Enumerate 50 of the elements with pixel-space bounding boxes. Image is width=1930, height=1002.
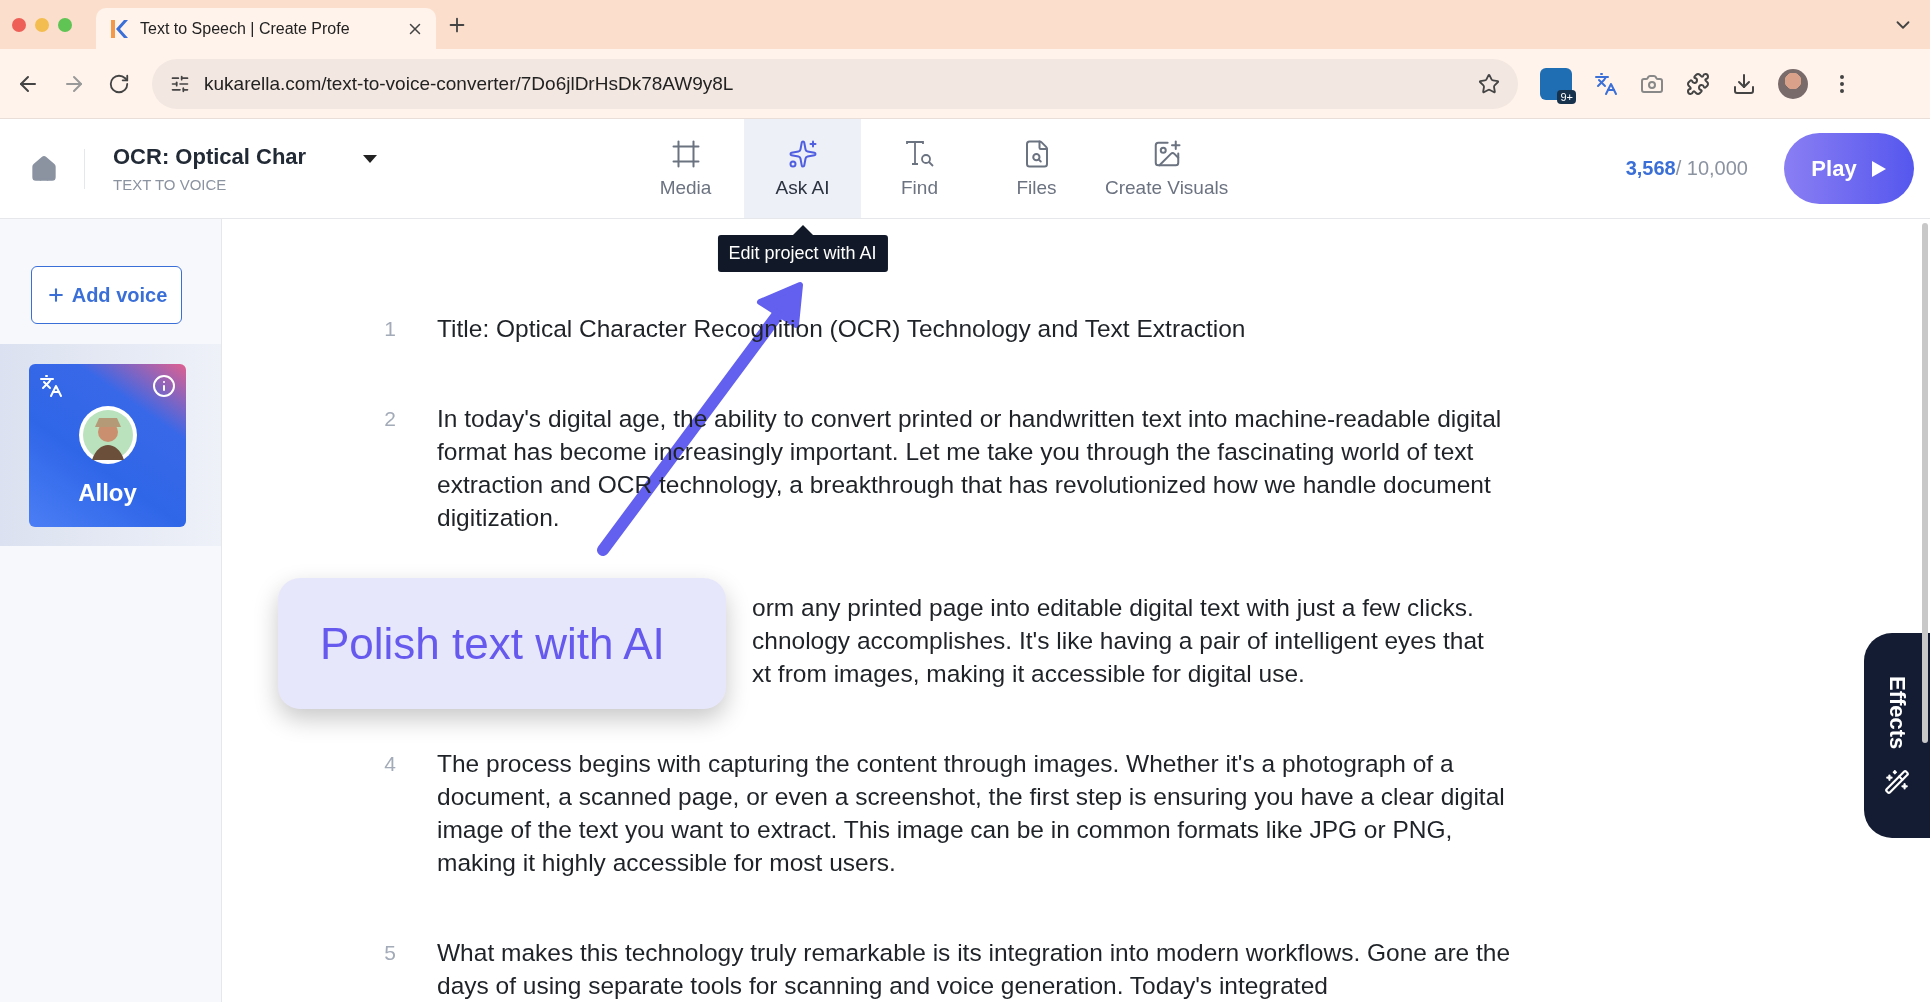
voice-card[interactable]: Alloy: [29, 363, 186, 527]
play-icon: [1870, 159, 1887, 178]
url-text: kukarella.com/text-to-voice-converter/7Do6jlDrHsDk78AW9y8L: [204, 72, 735, 95]
line-number: 4: [383, 751, 397, 777]
frame-icon: [670, 138, 701, 169]
close-window-button[interactable]: [12, 17, 26, 32]
toolbar-tab[interactable]: Find: [861, 119, 978, 218]
address-bar[interactable]: kukarella.com/text-to-voice-converter/7Do6jlDrHsDk78AW9y8L: [152, 58, 1518, 109]
site-logo-icon: [108, 17, 130, 40]
text-line: orm any printed page into editable digital text with just a few clicks.: [752, 593, 1474, 623]
info-icon[interactable]: [152, 373, 176, 398]
scrollbar-thumb[interactable]: [1922, 223, 1928, 743]
voice-name: Alloy: [78, 478, 137, 507]
puzzle-icon[interactable]: [1686, 71, 1710, 96]
line-number: 2: [383, 406, 397, 432]
toolbar-tab[interactable]: Create Visuals: [1095, 119, 1239, 218]
home-icon[interactable]: [30, 154, 58, 183]
reload-icon[interactable]: [108, 72, 130, 95]
text-line: chnology accomplishes. It's like having a pair of intelligent eyes that: [752, 626, 1484, 656]
line-number: 1: [383, 316, 397, 342]
sparkles-icon: [787, 138, 818, 169]
caret-icon[interactable]: [363, 155, 377, 163]
download-icon[interactable]: [1732, 71, 1756, 96]
translate-icon[interactable]: [1594, 71, 1618, 96]
site-settings-icon[interactable]: [170, 73, 190, 94]
project-subtitle: TEXT TO VOICE: [113, 176, 228, 193]
paragraph-text: The process begins with capturing the content through images. Whether it's a photograph of a document, a scanned page, or even a screenshot, the first step is ensuring you have a clear digital image of the text you want to extract. This image can be in common formats like JPG or PNG, making it highly accessible for most users.: [437, 749, 1506, 878]
profile-avatar[interactable]: [1778, 68, 1808, 99]
credits-total: / 10,000: [1675, 157, 1748, 180]
toolbar-tab[interactable]: Files: [978, 119, 1095, 218]
extension-badge: 9+: [1557, 89, 1576, 104]
magic-wand-icon: [1884, 769, 1910, 796]
bookmark-star-icon[interactable]: [1478, 72, 1500, 95]
browser-tab[interactable]: Text to Speech | Create Profe: [96, 8, 436, 49]
add-voice-button[interactable]: Add voice: [31, 266, 182, 324]
tab-title: Text to Speech | Create Profe: [140, 19, 351, 38]
tooltip: Edit project with AI: [717, 235, 888, 272]
translate-icon[interactable]: [39, 373, 63, 398]
text-line: xt from images, making it accessible for digital use.: [752, 659, 1305, 689]
project-title: OCR: Optical Char: [113, 144, 308, 170]
play-button[interactable]: Play: [1784, 133, 1914, 204]
toolbar-tab[interactable]: Ask AI: [744, 119, 861, 218]
effects-tab[interactable]: Effects: [1864, 633, 1930, 838]
avatar: [77, 404, 138, 465]
credits-used: 3,568: [1625, 157, 1676, 180]
line-number: 5: [383, 940, 397, 966]
text-search-icon: [903, 138, 936, 169]
toolbar-tab[interactable]: Media: [627, 119, 744, 218]
paragraph-text: What makes this technology truly remarkable is its integration into modern workflows. Gone are the days of using separate tools for scanning and voice generation. Today's integrated: [437, 938, 1512, 1001]
callout: Polish text with AI: [278, 578, 726, 709]
